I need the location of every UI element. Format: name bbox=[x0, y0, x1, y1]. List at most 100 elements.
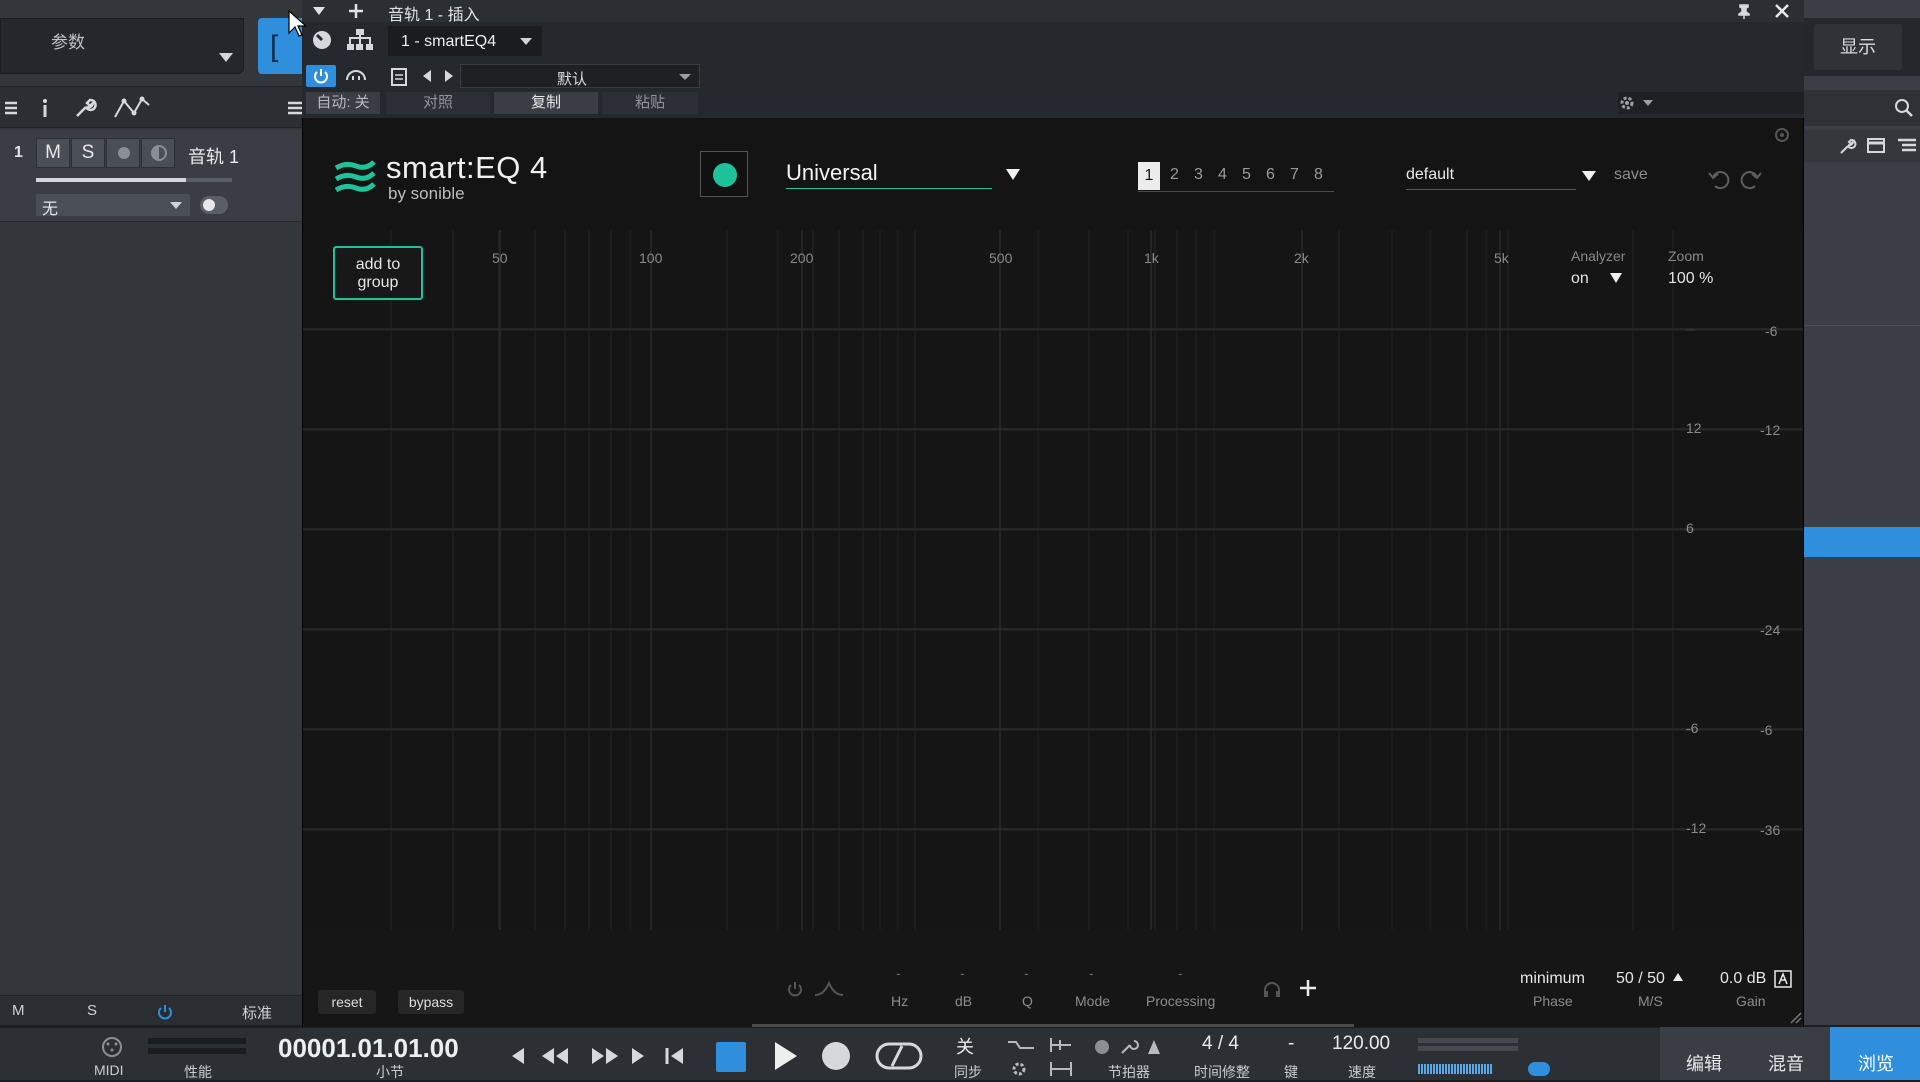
list-view-icon[interactable] bbox=[1896, 136, 1918, 156]
compare-button[interactable]: 对照 bbox=[386, 92, 490, 114]
footer-mode[interactable]: 标准 bbox=[242, 1002, 272, 1023]
plus-icon[interactable] bbox=[348, 3, 364, 19]
band-power-icon[interactable] bbox=[786, 980, 804, 998]
profile-learn-button[interactable] bbox=[700, 151, 748, 197]
prev-preset-icon[interactable] bbox=[420, 69, 434, 83]
midi-port-icon[interactable] bbox=[98, 1036, 126, 1058]
sync-value[interactable]: 关 bbox=[956, 1033, 974, 1059]
time-display[interactable]: 00001.01.01.00 bbox=[278, 1033, 459, 1064]
plugin-options[interactable] bbox=[1618, 92, 1804, 114]
browse-view-button[interactable]: 浏览 bbox=[1830, 1027, 1920, 1080]
master-toggle[interactable] bbox=[1528, 1062, 1550, 1076]
info-icon[interactable] bbox=[32, 95, 58, 121]
input-select[interactable]: 无 bbox=[36, 194, 190, 218]
hz-value[interactable]: - bbox=[896, 965, 901, 981]
next-marker-icon[interactable] bbox=[628, 1046, 648, 1066]
group-3-tab[interactable]: 3 bbox=[1194, 166, 1203, 184]
monitor-button[interactable] bbox=[141, 138, 175, 168]
pin-icon[interactable] bbox=[1736, 3, 1752, 19]
resize-handle-icon[interactable] bbox=[1790, 1012, 1802, 1024]
wrench-icon[interactable] bbox=[1838, 136, 1858, 156]
record-arm-button[interactable] bbox=[106, 138, 140, 168]
play-icon[interactable] bbox=[772, 1040, 800, 1072]
add-to-group-button[interactable]: add to group bbox=[333, 246, 423, 300]
gear-icon[interactable] bbox=[1010, 1060, 1028, 1078]
mute-button[interactable]: M bbox=[36, 138, 70, 168]
footer-mute[interactable]: M bbox=[12, 1002, 25, 1019]
group-8-tab[interactable]: 8 bbox=[1314, 166, 1323, 184]
analyzer-dropdown-icon[interactable] bbox=[1610, 273, 1622, 283]
track-name[interactable]: 音轨 1 bbox=[188, 143, 239, 169]
display-button[interactable]: 显示 bbox=[1814, 24, 1902, 70]
punch-in-icon[interactable] bbox=[1048, 1036, 1074, 1054]
eq-preset-dropdown-icon[interactable] bbox=[1582, 171, 1596, 181]
input-monitor-toggle[interactable] bbox=[200, 196, 228, 214]
analyzer-select[interactable]: on bbox=[1571, 270, 1589, 288]
plugin-window-titlebar[interactable]: 音轨 1 - 插入 bbox=[302, 0, 1804, 24]
footer-solo[interactable]: S bbox=[87, 1002, 97, 1019]
return-to-zero-icon[interactable] bbox=[664, 1046, 686, 1066]
add-band-icon[interactable] bbox=[1298, 978, 1318, 998]
ms-up-icon[interactable] bbox=[1672, 972, 1684, 982]
mode-value[interactable]: - bbox=[1089, 965, 1094, 981]
settings-gear-icon[interactable] bbox=[1773, 126, 1791, 144]
db-value[interactable]: - bbox=[960, 965, 965, 981]
list-icon[interactable] bbox=[2, 95, 28, 121]
master-volume-slider[interactable] bbox=[1418, 1064, 1492, 1074]
sidechain-icon[interactable] bbox=[344, 66, 368, 86]
record-icon[interactable] bbox=[820, 1040, 852, 1072]
chevron-down-icon[interactable] bbox=[312, 5, 326, 17]
time-signature[interactable]: 4 / 4 bbox=[1202, 1033, 1239, 1055]
zoom-value[interactable]: 100 % bbox=[1668, 270, 1713, 288]
browser-search-bar[interactable] bbox=[1804, 90, 1920, 126]
undo-icon[interactable] bbox=[1708, 168, 1732, 190]
headphones-icon[interactable] bbox=[1262, 980, 1282, 998]
search-icon[interactable] bbox=[1894, 98, 1914, 118]
q-value[interactable]: - bbox=[1024, 965, 1029, 981]
ms-value[interactable]: 50 / 50 bbox=[1616, 970, 1665, 988]
key-value[interactable]: - bbox=[1288, 1033, 1294, 1055]
tempo-value[interactable]: 120.00 bbox=[1332, 1033, 1390, 1055]
power-icon[interactable] bbox=[156, 1003, 174, 1021]
paste-button[interactable]: 粘贴 bbox=[602, 92, 698, 114]
wrench-icon[interactable] bbox=[72, 95, 98, 121]
processing-value[interactable]: - bbox=[1178, 965, 1183, 981]
metronome-controls-icon[interactable] bbox=[1092, 1038, 1178, 1056]
reset-button[interactable]: reset bbox=[318, 990, 376, 1014]
copy-button[interactable]: 复制 bbox=[494, 92, 598, 114]
phase-value[interactable]: minimum bbox=[1520, 970, 1585, 988]
plugin-power-button[interactable] bbox=[306, 65, 336, 87]
dial-icon[interactable] bbox=[310, 28, 334, 52]
group-2-tab[interactable]: 2 bbox=[1170, 166, 1179, 184]
group-1-tab[interactable]: 1 bbox=[1138, 162, 1160, 190]
profile-dropdown-icon[interactable] bbox=[1006, 169, 1020, 180]
punch-out-icon[interactable] bbox=[1048, 1060, 1074, 1078]
time-unit-select[interactable]: 小节 bbox=[376, 1062, 404, 1082]
preset-select[interactable]: 默认 bbox=[460, 64, 700, 88]
routing-icon[interactable] bbox=[346, 28, 374, 52]
close-icon[interactable] bbox=[1774, 3, 1790, 19]
plugin-select[interactable]: 1 - smartEQ4 bbox=[388, 26, 542, 56]
chevron-down-icon[interactable] bbox=[1642, 99, 1654, 107]
save-button[interactable]: save bbox=[1614, 166, 1648, 184]
eq-graph[interactable] bbox=[303, 230, 1803, 930]
list-icon[interactable] bbox=[288, 95, 302, 121]
group-5-tab[interactable]: 5 bbox=[1242, 166, 1251, 184]
gain-value[interactable]: 0.0 dB bbox=[1720, 970, 1766, 988]
profile-select[interactable]: Universal bbox=[786, 160, 878, 186]
sync-wave-icon[interactable] bbox=[1006, 1036, 1036, 1054]
next-preset-icon[interactable] bbox=[442, 69, 456, 83]
eq-preset-select[interactable]: default bbox=[1406, 166, 1454, 184]
previous-marker-icon[interactable] bbox=[508, 1046, 528, 1066]
preset-file-icon[interactable] bbox=[390, 67, 408, 87]
auto-gain-icon[interactable] bbox=[1774, 970, 1792, 988]
window-icon[interactable] bbox=[1866, 136, 1886, 156]
browser-selected-item[interactable] bbox=[1804, 527, 1920, 557]
param-selector[interactable]: 参数 bbox=[0, 18, 244, 74]
automation-state[interactable]: 自动: 关 bbox=[306, 92, 380, 114]
stop-button[interactable] bbox=[716, 1042, 746, 1072]
edit-view-button[interactable]: 编辑 bbox=[1686, 1050, 1722, 1076]
bell-filter-icon[interactable] bbox=[814, 980, 844, 998]
mix-view-button[interactable]: 混音 bbox=[1768, 1050, 1804, 1076]
track-volume-fader[interactable] bbox=[36, 178, 186, 182]
